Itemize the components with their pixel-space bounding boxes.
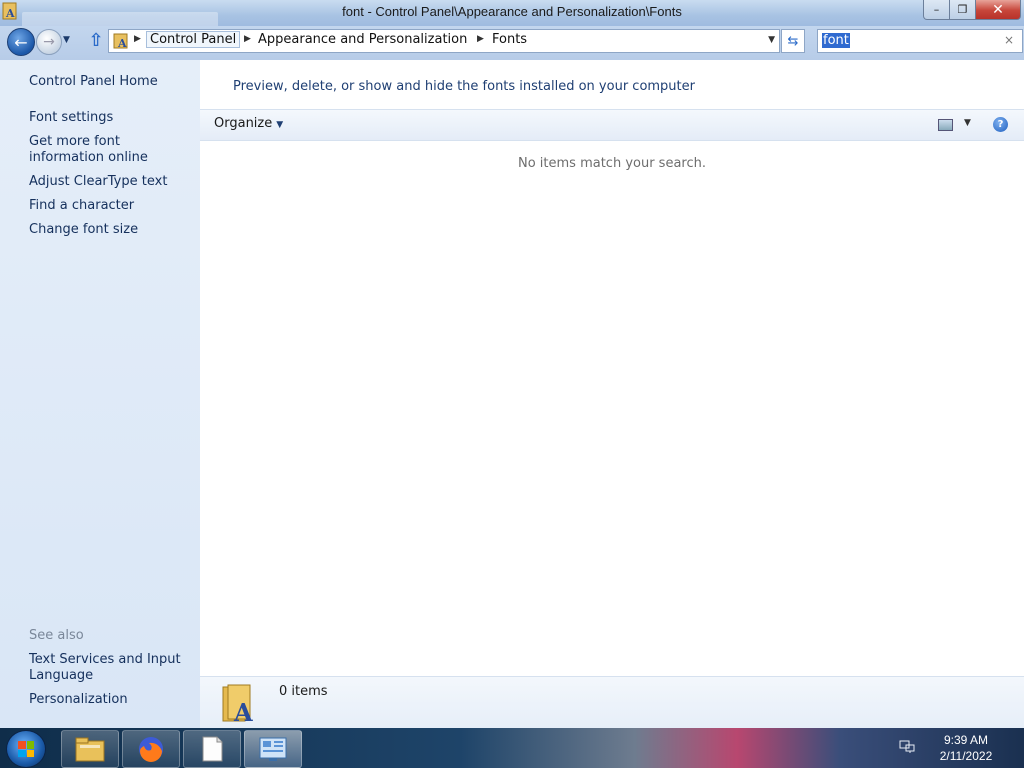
link-adjust-cleartype[interactable]: Adjust ClearType text (29, 174, 199, 190)
taskbar-notepad[interactable] (183, 730, 241, 768)
search-box[interactable]: font × (817, 29, 1023, 53)
taskbar-file-explorer[interactable] (61, 730, 119, 768)
start-button[interactable] (6, 730, 46, 768)
arrow-left-icon: ← (14, 32, 28, 52)
details-pane: A 0 items (200, 676, 1024, 729)
taskbar-firefox[interactable] (122, 730, 180, 768)
arrow-right-icon: → (43, 34, 55, 50)
maximize-button[interactable]: ❐ (949, 0, 976, 20)
empty-results-message: No items match your search. (517, 156, 706, 171)
svg-text:A: A (233, 698, 253, 725)
taskbar: 9:39 AM 2/11/2022 (0, 728, 1024, 768)
task-pane: Control Panel Home Font settings Get mor… (0, 60, 200, 728)
content-pane: Preview, delete, or show and hide the fo… (200, 60, 1024, 729)
breadcrumb-control-panel[interactable]: Control Panel (146, 31, 241, 48)
window-title: font - Control Panel\Appearance and Pers… (342, 4, 682, 19)
address-dropdown-button[interactable]: ▼ (768, 35, 775, 45)
help-icon[interactable]: ? (993, 117, 1008, 132)
command-bar: Organize ▼ ▼ ? (200, 109, 1024, 141)
page-header: Preview, delete, or show and hide the fo… (233, 79, 695, 94)
breadcrumb-fonts[interactable]: Fonts (492, 32, 527, 47)
up-level-button[interactable]: ⇧ (86, 31, 106, 51)
recent-pages-dropdown[interactable]: ▼ (63, 35, 70, 45)
view-options-dropdown[interactable]: ▼ (964, 118, 971, 128)
link-font-settings[interactable]: Font settings (29, 110, 199, 126)
search-input[interactable]: font (822, 33, 850, 48)
firefox-icon (139, 737, 163, 762)
windows-logo-icon (18, 741, 34, 757)
see-also-heading: See also (29, 628, 84, 643)
link-personalization[interactable]: Personalization (29, 692, 199, 708)
link-text-services[interactable]: Text Services and Input Language (29, 652, 189, 684)
notepad-icon (202, 736, 223, 762)
organize-button[interactable]: Organize ▼ (214, 116, 283, 131)
taskbar-control-panel[interactable] (244, 730, 302, 768)
close-button[interactable]: ✕ (975, 0, 1021, 20)
fonts-folder-icon: A (222, 684, 253, 725)
link-get-font-info[interactable]: Get more font information online (29, 134, 197, 166)
system-clock[interactable]: 9:39 AM 2/11/2022 (926, 732, 1006, 764)
network-icon[interactable] (899, 740, 915, 754)
link-find-character[interactable]: Find a character (29, 198, 199, 214)
control-panel-icon (259, 737, 287, 761)
clock-time: 9:39 AM (943, 733, 989, 747)
link-change-font-size[interactable]: Change font size (29, 222, 199, 238)
chevron-down-icon: ▼ (276, 120, 284, 130)
breadcrumb-appearance[interactable]: Appearance and Personalization (258, 32, 467, 47)
address-bar[interactable]: A ▶ Control Panel ▶ Appearance and Perso… (108, 29, 780, 53)
chevron-right-icon[interactable]: ▶ (244, 34, 251, 44)
back-button[interactable]: ← (7, 28, 35, 56)
organize-label: Organize (214, 116, 273, 131)
chevron-right-icon[interactable]: ▶ (477, 34, 484, 44)
clock-date: 2/11/2022 (939, 749, 993, 763)
refresh-icon: ⇆ (787, 33, 799, 49)
navigation-bar: ← → ▼ ⇧ A ▶ Control Panel ▶ Appearance a… (0, 26, 1024, 60)
minimize-button[interactable]: – (923, 0, 950, 20)
change-view-icon[interactable] (938, 119, 953, 131)
forward-button[interactable]: → (36, 29, 62, 55)
refresh-button[interactable]: ⇆ (781, 29, 805, 53)
item-count: 0 items (279, 684, 328, 699)
link-control-panel-home[interactable]: Control Panel Home (29, 74, 199, 90)
search-clear-button[interactable]: × (1004, 33, 1014, 47)
chevron-right-icon[interactable]: ▶ (134, 34, 141, 44)
title-bar: A font - Control Panel\Appearance and Pe… (0, 0, 1024, 28)
svg-text:A: A (117, 37, 127, 50)
fonts-folder-icon: A (113, 33, 128, 50)
file-explorer-icon (75, 737, 105, 762)
